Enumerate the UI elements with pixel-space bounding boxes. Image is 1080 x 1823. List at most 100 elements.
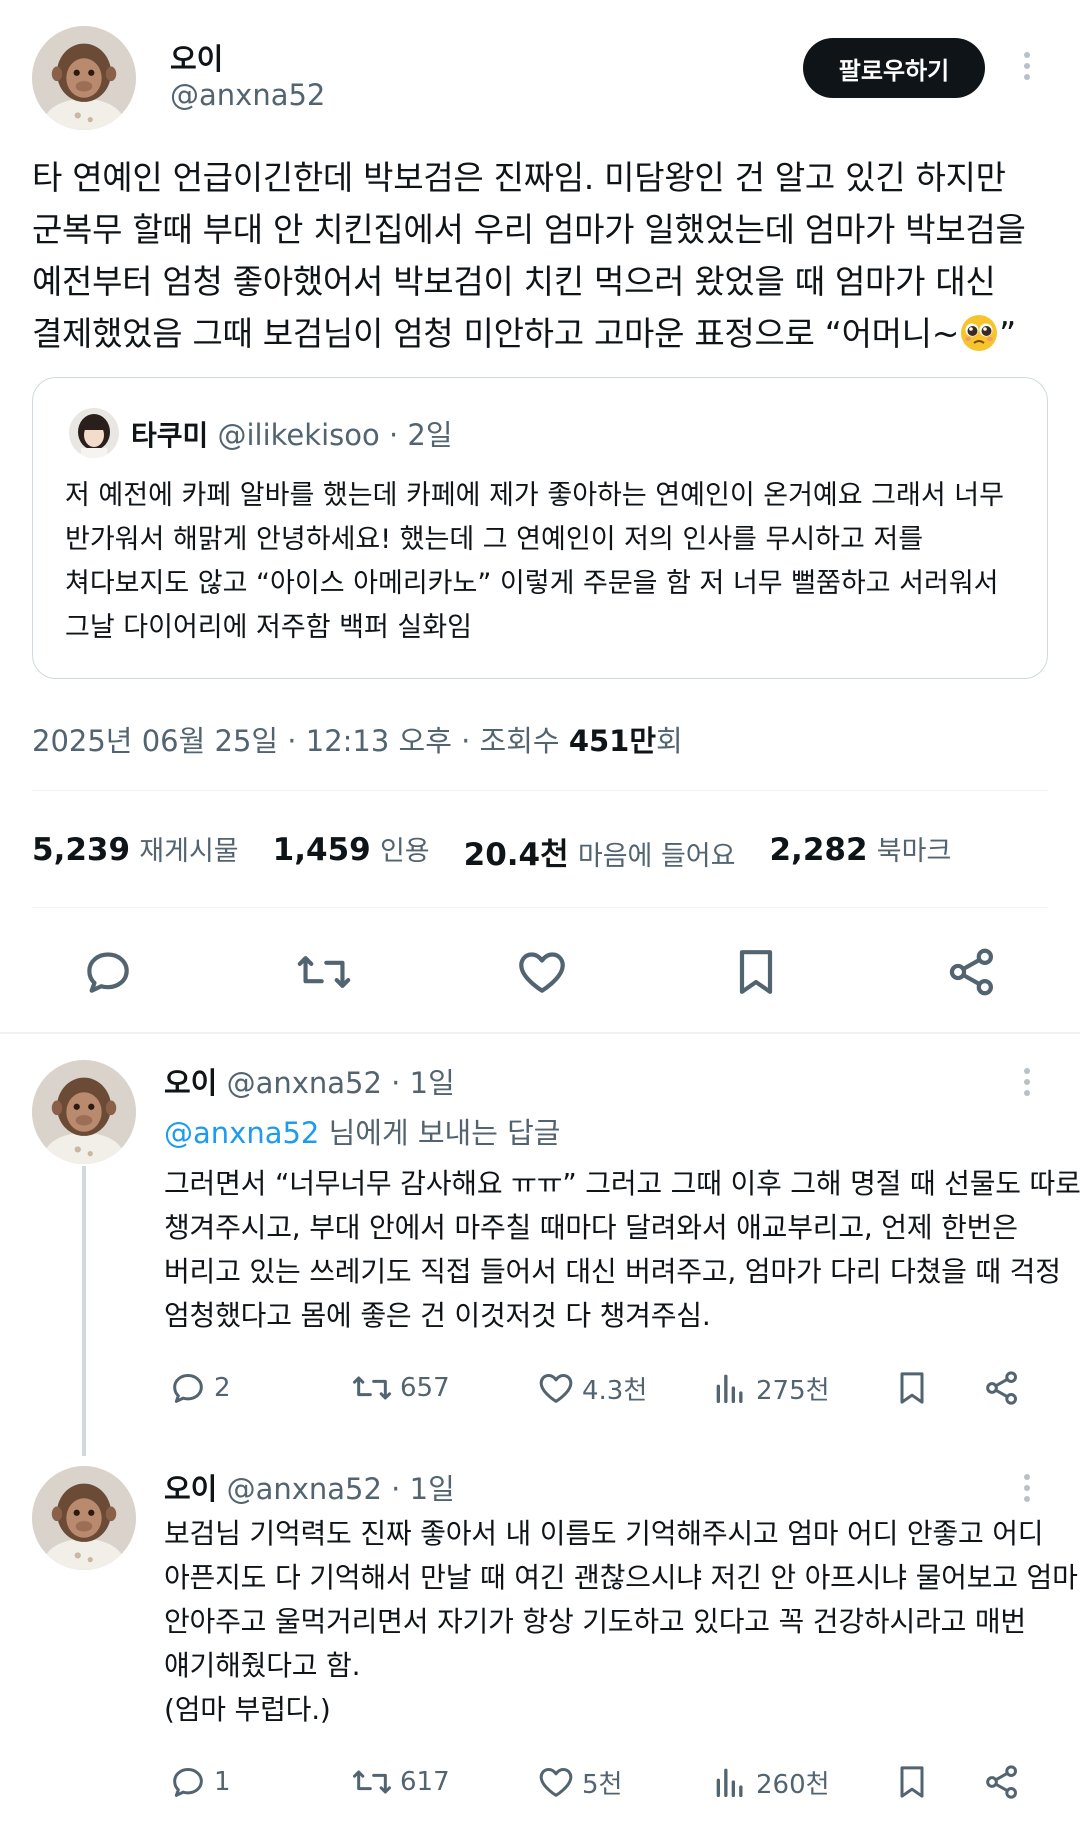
bookmarks-count: 2,282 — [769, 832, 868, 868]
more-options-icon[interactable] — [1012, 1062, 1042, 1102]
retweet-icon — [353, 1770, 391, 1794]
share-button[interactable] — [982, 1762, 1022, 1802]
views-button[interactable]: 275천 — [710, 1368, 830, 1408]
quoted-author-name[interactable]: 타쿠미 — [131, 419, 208, 452]
like-count: 5천 — [582, 1769, 623, 1800]
pleading-face-icon — [961, 315, 998, 351]
views-count: 275천 — [756, 1375, 830, 1406]
retweets-label: 재게시물 — [139, 836, 239, 867]
bookmarks-label: 북마크 — [876, 836, 952, 867]
retweet-icon — [297, 956, 351, 988]
like-count: 4.3천 — [582, 1375, 648, 1406]
bookmark-icon — [900, 1766, 924, 1798]
bookmark-button[interactable] — [892, 1762, 932, 1802]
share-icon — [949, 948, 993, 996]
thread-connector — [82, 1166, 86, 1456]
reply-line: 안아주고 울먹거리면서 자기가 항상 기도하고 있다고 꼭 건강하시라고 매번 — [164, 1605, 1026, 1638]
reply-action-bar: 2 657 4.3천 275천 — [164, 1368, 1044, 1418]
likes-stat[interactable]: 20.4천 마음에 들어요 — [464, 829, 736, 874]
retweets-stat[interactable]: 5,239 재게시물 — [32, 829, 239, 874]
author-name[interactable]: 오이 — [170, 36, 223, 78]
tweet-line-text: 결제했었음 그때 보검님이 엄청 미안하고 고마운 표정으로 “어머니~ — [32, 314, 960, 353]
like-button[interactable]: 4.3천 — [536, 1368, 647, 1408]
view-suffix: 회 — [656, 724, 683, 758]
replying-mention[interactable]: @anxna52 — [164, 1116, 319, 1150]
views-button[interactable]: 260천 — [710, 1762, 830, 1802]
quote-line: 반가워서 해맑게 안녕하세요! 했는데 그 연예인이 저의 인사를 무시하고 저… — [65, 524, 924, 555]
share-icon — [986, 1371, 1017, 1405]
author-avatar[interactable] — [32, 26, 136, 130]
retweet-button[interactable] — [294, 944, 354, 1000]
reply-button[interactable] — [80, 944, 136, 1000]
reply-author-name[interactable]: 오이 — [164, 1472, 217, 1506]
quotes-count: 1,459 — [272, 832, 371, 868]
likes-label: 마음에 들어요 — [577, 841, 736, 872]
reply-author-avatar[interactable] — [32, 1060, 136, 1164]
tweet-line: 예전부터 엄청 좋아했어서 박보검이 치킨 먹으러 왔었을 때 엄마가 대신 — [32, 262, 996, 301]
heart-icon — [539, 1768, 573, 1797]
quoted-time: · 2일 — [388, 418, 453, 452]
reply-line: 얘기해줬다고 함. — [164, 1649, 361, 1682]
tweet-line-close: ” — [999, 314, 1016, 353]
reply-header: 오이 @anxna52 · 1일 — [164, 1466, 455, 1508]
quoted-author-avatar[interactable] — [69, 408, 119, 458]
views-chart-icon — [716, 1768, 743, 1797]
quote-line: 저 예전에 카페 알바를 했는데 카페에 제가 좋아하는 연예인이 온거예요 그… — [65, 480, 1004, 511]
reply-line: 그러면서 “너무너무 감사해요 ㅠㅠ” 그러고 그때 이후 그해 명절 때 선물… — [164, 1167, 1080, 1200]
retweet-button[interactable]: 657 — [350, 1368, 450, 1408]
reply-line: 아픈지도 다 기억해서 만날 때 여긴 괜찮으시냐 저긴 안 아프시냐 물어보고… — [164, 1561, 1078, 1594]
bookmark-icon — [900, 1372, 924, 1404]
section-divider — [0, 1032, 1080, 1034]
reply-action-bar: 1 617 5천 260천 — [164, 1762, 1044, 1812]
quotes-stat[interactable]: 1,459 인용 — [273, 829, 430, 874]
like-button[interactable]: 5천 — [536, 1762, 622, 1802]
reply-icon — [87, 952, 129, 993]
reply-button[interactable]: 2 — [168, 1368, 231, 1408]
bookmark-button[interactable] — [728, 944, 784, 1000]
reply-handle-time[interactable]: @anxna52 · 1일 — [227, 1066, 455, 1100]
reply-line: 버리고 있는 쓰레기도 직접 들어서 대신 버려주고, 엄마가 다리 다쳤을 때… — [164, 1255, 1061, 1288]
replying-to: @anxna52 님에게 보내는 답글 — [164, 1110, 560, 1152]
bookmark-button[interactable] — [892, 1368, 932, 1408]
quotes-label: 인용 — [379, 836, 430, 867]
quoted-tweet-text: 저 예전에 카페 알바를 했는데 카페에 제가 좋아하는 연예인이 온거예요 그… — [65, 474, 1025, 650]
share-button[interactable] — [944, 944, 1000, 1000]
reply-text: 그러면서 “너무너무 감사해요 ㅠㅠ” 그러고 그때 이후 그해 명절 때 선물… — [164, 1162, 1080, 1338]
divider — [32, 907, 1048, 908]
retweet-count: 657 — [400, 1373, 450, 1403]
views-count: 260천 — [756, 1769, 830, 1800]
more-options-icon[interactable] — [1012, 1468, 1042, 1508]
bookmarks-stat[interactable]: 2,282 북마크 — [769, 829, 951, 874]
reply-handle-time[interactable]: @anxna52 · 1일 — [227, 1472, 455, 1506]
reply-icon — [173, 1374, 203, 1403]
timestamp-text[interactable]: 2025년 06월 25일 · 12:13 오후 · 조회수 — [32, 724, 569, 758]
quote-line: 그날 다이어리에 저주함 백퍼 실화임 — [65, 612, 472, 643]
bookmark-icon — [739, 950, 773, 994]
quoted-author-header: 타쿠미 @ilikekisoo · 2일 — [131, 412, 453, 454]
retweet-button[interactable]: 617 — [350, 1762, 450, 1802]
reply-icon — [173, 1768, 203, 1797]
quoted-tweet-card[interactable]: 타쿠미 @ilikekisoo · 2일 저 예전에 카페 알바를 했는데 카페… — [32, 377, 1048, 679]
more-options-icon[interactable] — [1012, 46, 1042, 86]
share-button[interactable] — [982, 1368, 1022, 1408]
tweet-timestamp: 2025년 06월 25일 · 12:13 오후 · 조회수 451만회 — [32, 718, 683, 760]
reply-count: 1 — [214, 1767, 231, 1797]
tweet-line-last: 결제했었음 그때 보검님이 엄청 미안하고 고마운 표정으로 “어머니~ ” — [32, 308, 1048, 360]
likes-count: 20.4천 — [463, 837, 569, 873]
reply-author-avatar[interactable] — [32, 1466, 136, 1570]
quoted-author-handle[interactable]: @ilikekisoo — [218, 418, 380, 452]
tweet-line: 군복무 할때 부대 안 치킨집에서 우리 엄마가 일했었는데 엄마가 박보검을 — [32, 210, 1026, 249]
reply-button[interactable]: 1 — [168, 1762, 231, 1802]
tweet-line: 타 연예인 언급이긴한데 박보검은 진짜임. 미담왕인 건 알고 있긴 하지만 — [32, 158, 1006, 197]
heart-icon — [539, 1374, 573, 1403]
retweets-count: 5,239 — [32, 832, 131, 868]
retweet-icon — [353, 1376, 391, 1400]
reply-line: 엄청했다고 몸에 좋은 건 이것저것 다 챙겨주심. — [164, 1299, 711, 1332]
share-icon — [986, 1765, 1017, 1799]
replying-suffix: 님에게 보내는 답글 — [319, 1116, 561, 1150]
reply-line: 챙겨주시고, 부대 안에서 마주칠 때마다 달려와서 애교부리고, 언제 한번은 — [164, 1211, 1018, 1244]
like-button[interactable] — [514, 944, 570, 1000]
reply-author-name[interactable]: 오이 — [164, 1066, 217, 1100]
author-handle[interactable]: @anxna52 — [170, 78, 325, 112]
follow-button[interactable]: 팔로우하기 — [803, 38, 985, 98]
